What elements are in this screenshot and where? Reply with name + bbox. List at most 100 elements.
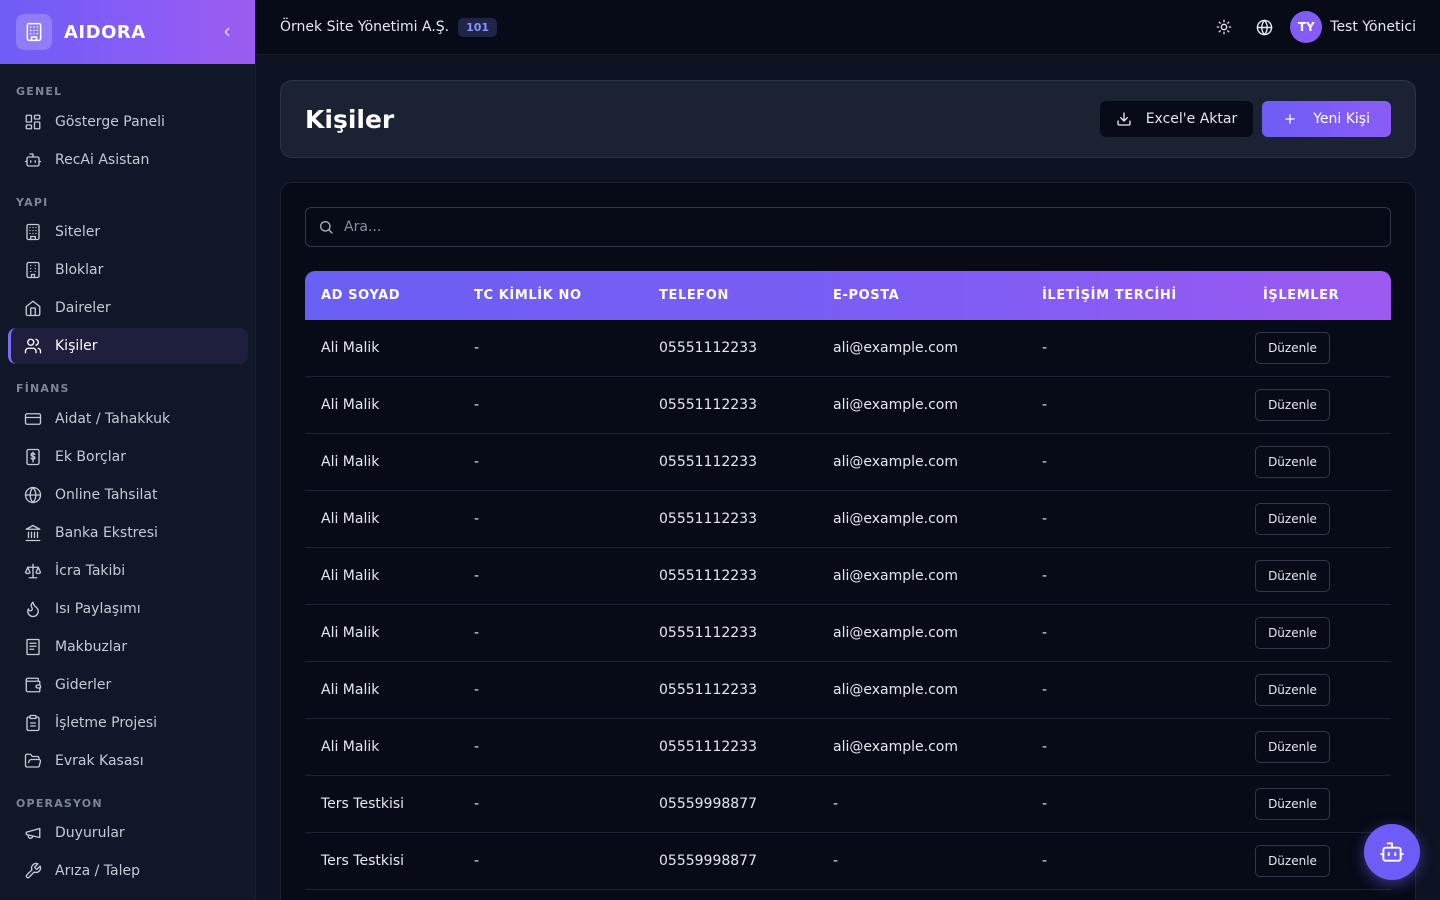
sidebar-item-daireler[interactable]: Daireler xyxy=(8,290,248,326)
section-title: FİNANS xyxy=(16,381,70,395)
table-cell-phone: 05559998877 xyxy=(659,853,757,869)
edit-button[interactable]: Düzenle xyxy=(1255,503,1330,535)
edit-button[interactable]: Düzenle xyxy=(1255,446,1330,478)
sidebar-item-label: RecAi Asistan xyxy=(55,152,150,168)
table-cell-actions: Düzenle xyxy=(1247,503,1391,535)
table-cell-phone: 05551112233 xyxy=(659,340,757,356)
sidebar-item-label: Bloklar xyxy=(55,262,104,278)
table-cell-name: Ters Testkisi xyxy=(321,796,405,812)
table-row: Ali Malik - 05551112233 ali@example.com - Düz… xyxy=(305,491,1391,548)
sidebar-item-arıza-talep[interactable]: Arıza / Talep xyxy=(8,853,248,889)
table-cell-name: Ali Malik xyxy=(321,397,380,413)
wrench-icon xyxy=(24,862,42,880)
column-header: İŞLEMLER xyxy=(1263,288,1340,303)
new-person-label: Yeni Kişi xyxy=(1313,111,1370,127)
organization-name[interactable]: Örnek Site Yönetimi A.Ş. xyxy=(280,19,449,35)
sidebar-item-gösterge-paneli[interactable]: Gösterge Paneli xyxy=(8,104,248,140)
language-button[interactable] xyxy=(1244,7,1284,47)
edit-button[interactable]: Düzenle xyxy=(1255,389,1330,421)
edit-button[interactable]: Düzenle xyxy=(1255,560,1330,592)
search-input[interactable] xyxy=(344,219,1378,235)
page-header: Kişiler Excel'e Aktar Yeni Kişi xyxy=(280,80,1416,158)
table-cell-name: Ali Malik xyxy=(321,682,380,698)
edit-button[interactable]: Düzenle xyxy=(1255,617,1330,649)
sidebar-item-giderler[interactable]: Giderler xyxy=(8,667,248,703)
sidebar-item-duyurular[interactable]: Duyurular xyxy=(8,815,248,851)
sidebar-item-label: Siteler xyxy=(55,224,101,240)
sidebar-item-ek-borçlar[interactable]: Ek Borçlar xyxy=(8,439,248,475)
sidebar-item-banka-ekstresi[interactable]: Banka Ekstresi xyxy=(8,515,248,551)
table-cell-email: ali@example.com xyxy=(833,454,958,470)
sidebar-item-online-tahsilat[interactable]: Online Tahsilat xyxy=(8,477,248,513)
sidebar-item-makbuzlar[interactable]: Makbuzlar xyxy=(8,629,248,665)
megaphone-icon xyxy=(24,824,42,842)
table-cell-email: ali@example.com xyxy=(833,682,958,698)
flame-icon xyxy=(24,600,42,618)
column-header: TC KİMLİK NO xyxy=(474,288,582,303)
sidebar-item-evrak-kasası[interactable]: Evrak Kasası xyxy=(8,743,248,779)
table-cell-pref: - xyxy=(1042,454,1048,470)
user-menu[interactable]: TY Test Yönetici xyxy=(1290,11,1416,43)
export-excel-button[interactable]: Excel'e Aktar xyxy=(1099,101,1254,137)
sidebar-item-i-şletme-projesi[interactable]: İşletme Projesi xyxy=(8,705,248,741)
sidebar-item-i-cra-takibi[interactable]: İcra Takibi xyxy=(8,553,248,589)
search-box[interactable] xyxy=(305,207,1391,247)
edit-button[interactable]: Düzenle xyxy=(1255,332,1330,364)
ai-assistant-button[interactable] xyxy=(1364,824,1420,880)
table-cell-actions: Düzenle xyxy=(1247,389,1391,421)
sun-icon xyxy=(1216,19,1232,35)
user-name: Test Yönetici xyxy=(1330,19,1416,35)
column-header: AD SOYAD xyxy=(321,288,401,303)
sidebar-item-label: Online Tahsilat xyxy=(55,487,158,503)
edit-button[interactable]: Düzenle xyxy=(1255,845,1330,877)
edit-button[interactable]: Düzenle xyxy=(1255,731,1330,763)
sidebar-item-aidat-tahakkuk[interactable]: Aidat / Tahakkuk xyxy=(8,401,248,437)
sidebar-item-label: Aidat / Tahakkuk xyxy=(55,411,171,427)
table-cell-email: - xyxy=(833,796,839,812)
table-cell-pref: - xyxy=(1042,511,1048,527)
table-body: Ali Malik - 05551112233 ali@example.com - Düz… xyxy=(305,320,1391,890)
sidebar-item-recai-asistan[interactable]: RecAi Asistan xyxy=(8,142,248,178)
export-excel-label: Excel'e Aktar xyxy=(1145,111,1238,127)
new-person-button[interactable]: Yeni Kişi xyxy=(1262,101,1391,137)
sidebar-item-isı-paylaşımı[interactable]: Isı Paylaşımı xyxy=(8,591,248,627)
table-cell-name: Ali Malik xyxy=(321,568,380,584)
table-cell-tc: - xyxy=(474,796,480,812)
table-row: Ali Malik - 05551112233 ali@example.com - Düz… xyxy=(305,377,1391,434)
table-cell-email: ali@example.com xyxy=(833,739,958,755)
sidebar-item-siteler[interactable]: Siteler xyxy=(8,214,248,250)
block-icon xyxy=(24,261,42,279)
table-cell-email: ali@example.com xyxy=(833,397,958,413)
sidebar-item-kişiler[interactable]: Kişiler xyxy=(8,328,248,364)
sidebar-item-label: İşletme Projesi xyxy=(55,715,158,731)
table-cell-email: ali@example.com xyxy=(833,511,958,527)
section-title: OPERASYON xyxy=(16,796,103,810)
sidebar-item-label: Isı Paylaşımı xyxy=(55,601,141,617)
column-header: E-POSTA xyxy=(833,288,900,303)
building-icon xyxy=(24,223,42,241)
table-cell-actions: Düzenle xyxy=(1247,560,1391,592)
sidebar-item-label: Gösterge Paneli xyxy=(55,114,165,130)
edit-button[interactable]: Düzenle xyxy=(1255,674,1330,706)
theme-toggle-button[interactable] xyxy=(1204,7,1244,47)
table-cell-tc: - xyxy=(474,853,480,869)
page-title: Kişiler xyxy=(305,104,395,134)
table-cell-pref: - xyxy=(1042,739,1048,755)
table-cell-phone: 05551112233 xyxy=(659,739,757,755)
table-cell-actions: Düzenle xyxy=(1247,731,1391,763)
table-cell-phone: 05551112233 xyxy=(659,454,757,470)
globe-icon xyxy=(24,486,42,504)
collapse-sidebar-button[interactable] xyxy=(215,20,239,44)
sidebar-item-bloklar[interactable]: Bloklar xyxy=(8,252,248,288)
table-row: Ters Testkisi - 05559998877 - - Düzenle xyxy=(305,776,1391,833)
table-cell-pref: - xyxy=(1042,853,1048,869)
people-table: AD SOYAD TC KİMLİK NO TELEFON E-POSTA İLETİŞ… xyxy=(305,271,1391,890)
table-cell-email: - xyxy=(833,853,839,869)
edit-button[interactable]: Düzenle xyxy=(1255,788,1330,820)
section-title: YAPI xyxy=(16,195,49,209)
bot-icon xyxy=(1380,842,1404,862)
table-cell-tc: - xyxy=(474,682,480,698)
table-cell-actions: Düzenle xyxy=(1247,788,1391,820)
table-cell-actions: Düzenle xyxy=(1247,332,1391,364)
sidebar-item-label: Kişiler xyxy=(55,338,98,354)
